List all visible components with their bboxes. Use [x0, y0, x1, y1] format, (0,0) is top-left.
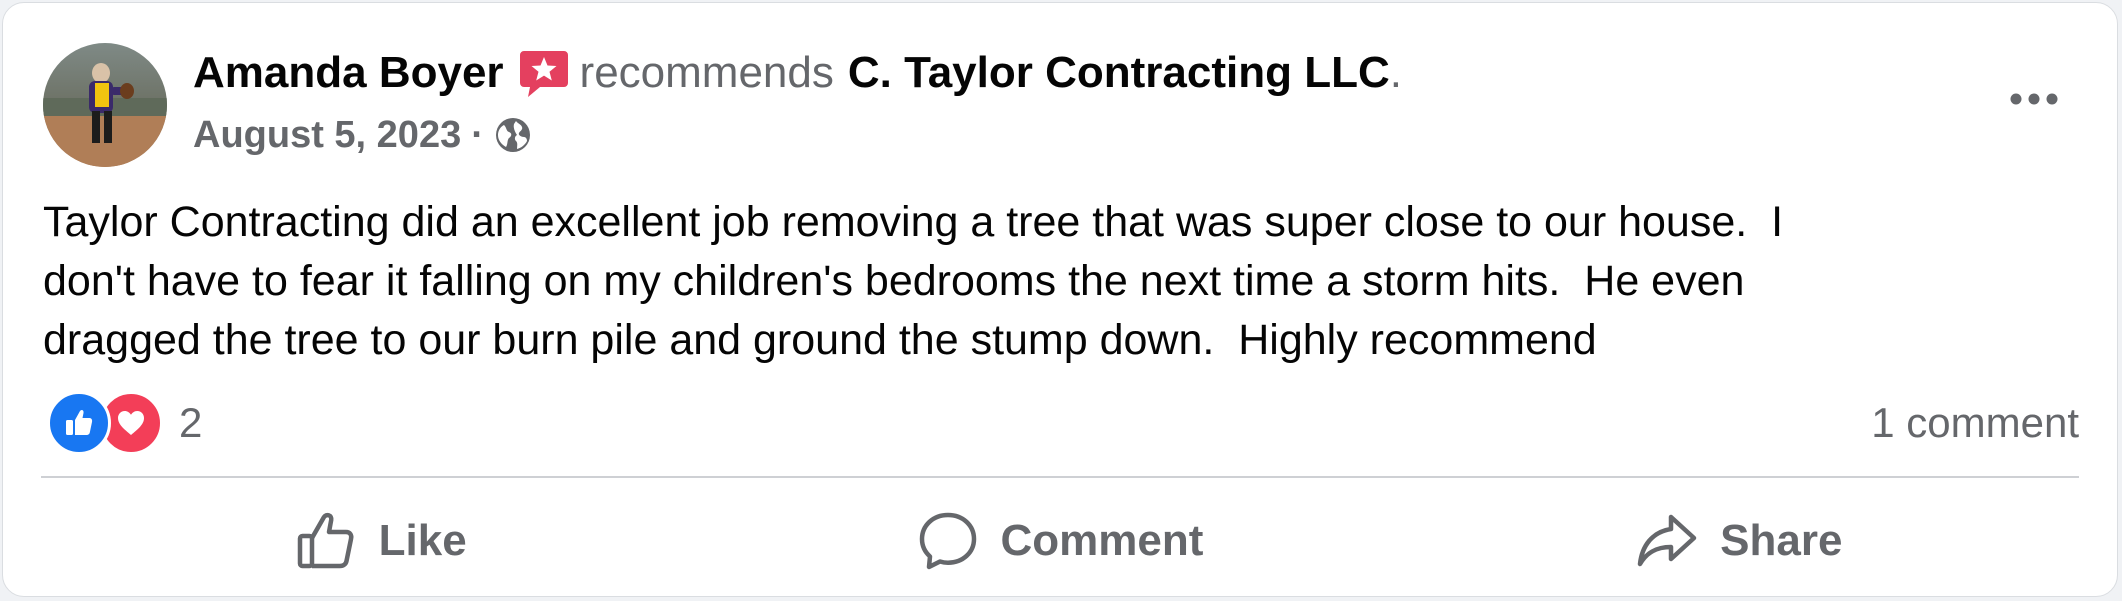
reaction-count: 2	[179, 399, 203, 446]
like-button[interactable]: Like	[41, 493, 720, 589]
post-card: Amanda Boyer recommends C. Taylor Contra…	[2, 2, 2118, 597]
comment-bubble-icon	[919, 512, 976, 570]
avatar[interactable]	[43, 43, 167, 167]
comment-button[interactable]: Comment	[720, 493, 1399, 589]
share-button[interactable]: Share	[1400, 493, 2079, 589]
reactions-summary[interactable]: 2	[47, 391, 203, 455]
more-horizontal-icon	[2010, 93, 2058, 105]
meta-separator: ·	[471, 113, 484, 156]
post-body-text: Taylor Contracting did an excellent job …	[43, 198, 1784, 364]
action-bar: Like Comment Share	[41, 493, 2079, 589]
share-arrow-icon	[1637, 514, 1697, 567]
author-name[interactable]: Amanda Boyer	[193, 48, 504, 98]
thumbs-up-icon	[297, 512, 354, 569]
comment-label: Comment	[1000, 516, 1204, 565]
post-header: Amanda Boyer recommends C. Taylor Contra…	[193, 43, 1402, 103]
comment-count-link[interactable]: 1 comment	[1871, 393, 2079, 453]
post-date[interactable]: August 5, 2023	[193, 114, 461, 157]
header-period: .	[1389, 48, 1402, 97]
avatar-photo	[43, 43, 167, 167]
like-reaction-icon	[47, 391, 111, 455]
globe-icon[interactable]	[494, 116, 532, 154]
page-name-link[interactable]: C. Taylor Contracting LLC	[848, 48, 1390, 98]
more-options-button[interactable]	[1999, 79, 2069, 119]
share-label: Share	[1720, 516, 1843, 565]
post-meta: August 5, 2023 ·	[193, 111, 532, 159]
recommends-text: recommends	[579, 48, 834, 97]
divider	[41, 476, 2079, 478]
recommendation-star-icon	[518, 47, 570, 99]
like-label: Like	[378, 516, 467, 565]
